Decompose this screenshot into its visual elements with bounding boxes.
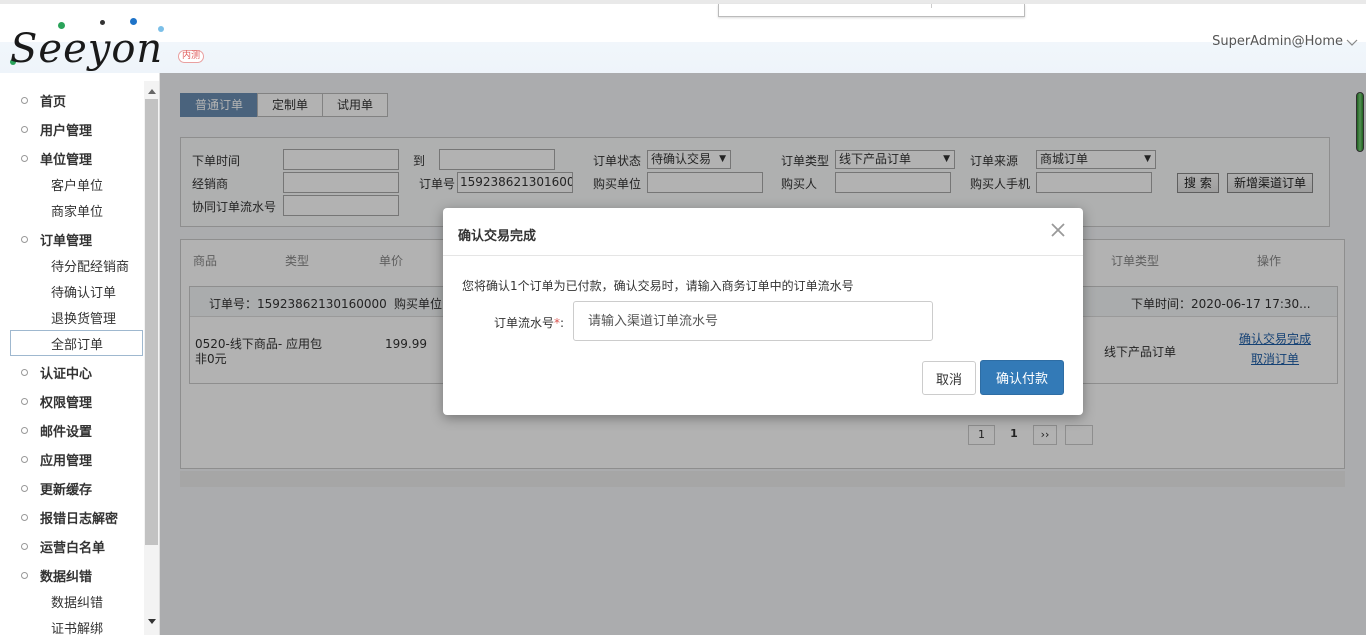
scroll-up-icon[interactable] — [148, 89, 156, 94]
sidebar-item-label: 认证中心 — [40, 366, 93, 382]
bullet-icon — [21, 154, 28, 162]
user-name: SuperAdmin@Home — [1212, 34, 1343, 49]
dialog-message: 您将确认1个订单为已付款，确认交易时，请输入商务订单中的订单流水号 — [462, 279, 854, 293]
serial-no-input[interactable] — [573, 301, 933, 341]
sidebar-subitem[interactable]: 全部订单 — [10, 330, 143, 356]
sidebar: 首页用户管理单位管理客户单位商家单位订单管理待分配经销商 待确认订单退换货管理全部… — [0, 73, 160, 635]
sidebar-item-label: 待确认订单 — [51, 285, 117, 301]
bullet-icon — [21, 513, 28, 521]
sidebar-subitem[interactable]: 客户单位 — [0, 171, 143, 197]
sidebar-item-label: 全部订单 — [51, 337, 104, 353]
confirm-payment-button[interactable]: 确认付款 — [980, 360, 1064, 395]
sidebar-item-label: 首页 — [40, 94, 67, 110]
scroll-down-icon[interactable] — [148, 619, 156, 624]
sidebar-subitem[interactable]: 待确认订单 — [0, 278, 143, 304]
bullet-icon — [21, 571, 28, 579]
logo-text: Seeyon — [10, 26, 164, 72]
close-icon[interactable] — [1051, 223, 1065, 237]
bullet-icon — [21, 455, 28, 463]
bullet-icon — [21, 368, 28, 376]
bullet-icon — [21, 542, 28, 550]
sidebar-item-label: 邮件设置 — [40, 424, 93, 440]
scroll-thumb[interactable] — [145, 99, 158, 545]
sidebar-item-label: 更新缓存 — [40, 482, 93, 498]
bullet-icon — [21, 426, 28, 434]
sidebar-item-label: 退换货管理 — [51, 311, 117, 327]
sidebar-item-label: 待分配经销商 — [51, 259, 130, 275]
sidebar-item[interactable]: 用户管理 — [0, 116, 143, 142]
sidebar-item[interactable]: 运营白名单 — [0, 533, 143, 559]
logo-badge: 内测 — [178, 50, 205, 63]
sidebar-item[interactable]: 数据纠错 — [0, 562, 143, 588]
sidebar-subitem[interactable]: 证书解绑 — [0, 614, 143, 635]
dialog-title: 确认交易完成 — [458, 229, 537, 244]
bullet-icon — [21, 484, 28, 492]
seeyon-logo[interactable]: Seeyon 内测 — [8, 14, 208, 72]
sidebar-subitem[interactable]: 商家单位 — [0, 197, 143, 223]
sidebar-item-label: 应用管理 — [40, 453, 93, 469]
bullet-icon — [21, 235, 28, 243]
sidebar-item-label: 用户管理 — [40, 123, 93, 139]
sidebar-item[interactable]: 邮件设置 — [0, 417, 143, 443]
sidebar-item-label: 证书解绑 — [51, 621, 104, 635]
cancel-button[interactable]: 取消 — [922, 361, 976, 395]
sidebar-item-label: 订单管理 — [40, 233, 93, 249]
user-menu[interactable]: SuperAdmin@Home — [1212, 34, 1358, 49]
sidebar-scrollbar[interactable] — [144, 81, 159, 635]
sidebar-item-label: 权限管理 — [40, 395, 93, 411]
sidebar-item-label: 客户单位 — [51, 178, 104, 194]
sidebar-item[interactable]: 订单管理 — [0, 226, 143, 252]
sidebar-item-label: 商家单位 — [51, 204, 104, 220]
top-header: Seeyon 内测 SuperAdmin@Home — [0, 0, 1366, 73]
sidebar-item-label: 数据纠错 — [40, 569, 93, 585]
sidebar-subitem[interactable]: 待分配经销商 — [0, 252, 143, 278]
sidebar-item[interactable]: 首页 — [0, 87, 143, 113]
confirm-transaction-dialog: 确认交易完成 您将确认1个订单为已付款，确认交易时，请输入商务订单中的订单流水号… — [443, 208, 1083, 415]
logo-dot — [130, 18, 137, 25]
sidebar-item[interactable]: 认证中心 — [0, 359, 143, 385]
sidebar-subitem[interactable]: 数据纠错 — [0, 588, 143, 614]
label-colon: : — [560, 316, 565, 330]
sidebar-item[interactable]: 报错日志解密 — [0, 504, 143, 530]
sidebar-item-label: 报错日志解密 — [40, 511, 119, 527]
sidebar-item[interactable]: 单位管理 — [0, 145, 143, 171]
dialog-header: 确认交易完成 — [443, 208, 1083, 256]
bullet-icon — [21, 96, 28, 104]
sidebar-item[interactable]: 更新缓存 — [0, 475, 143, 501]
sidebar-item[interactable]: 权限管理 — [0, 388, 143, 414]
sidebar-item-label: 单位管理 — [40, 152, 93, 168]
serial-no-label-text: 订单流水号 — [494, 316, 555, 330]
chevron-down-icon — [1346, 39, 1358, 46]
serial-no-label: 订单流水号*: — [494, 314, 564, 331]
sidebar-subitem[interactable]: 退换货管理 — [0, 304, 143, 330]
sidebar-item[interactable]: 应用管理 — [0, 446, 143, 472]
top-popup-edge — [718, 4, 1025, 17]
logo-dot — [100, 20, 105, 25]
sidebar-item-label: 数据纠错 — [51, 595, 104, 611]
sidebar-item-label: 运营白名单 — [40, 540, 106, 556]
bullet-icon — [21, 397, 28, 405]
bullet-icon — [21, 125, 28, 133]
